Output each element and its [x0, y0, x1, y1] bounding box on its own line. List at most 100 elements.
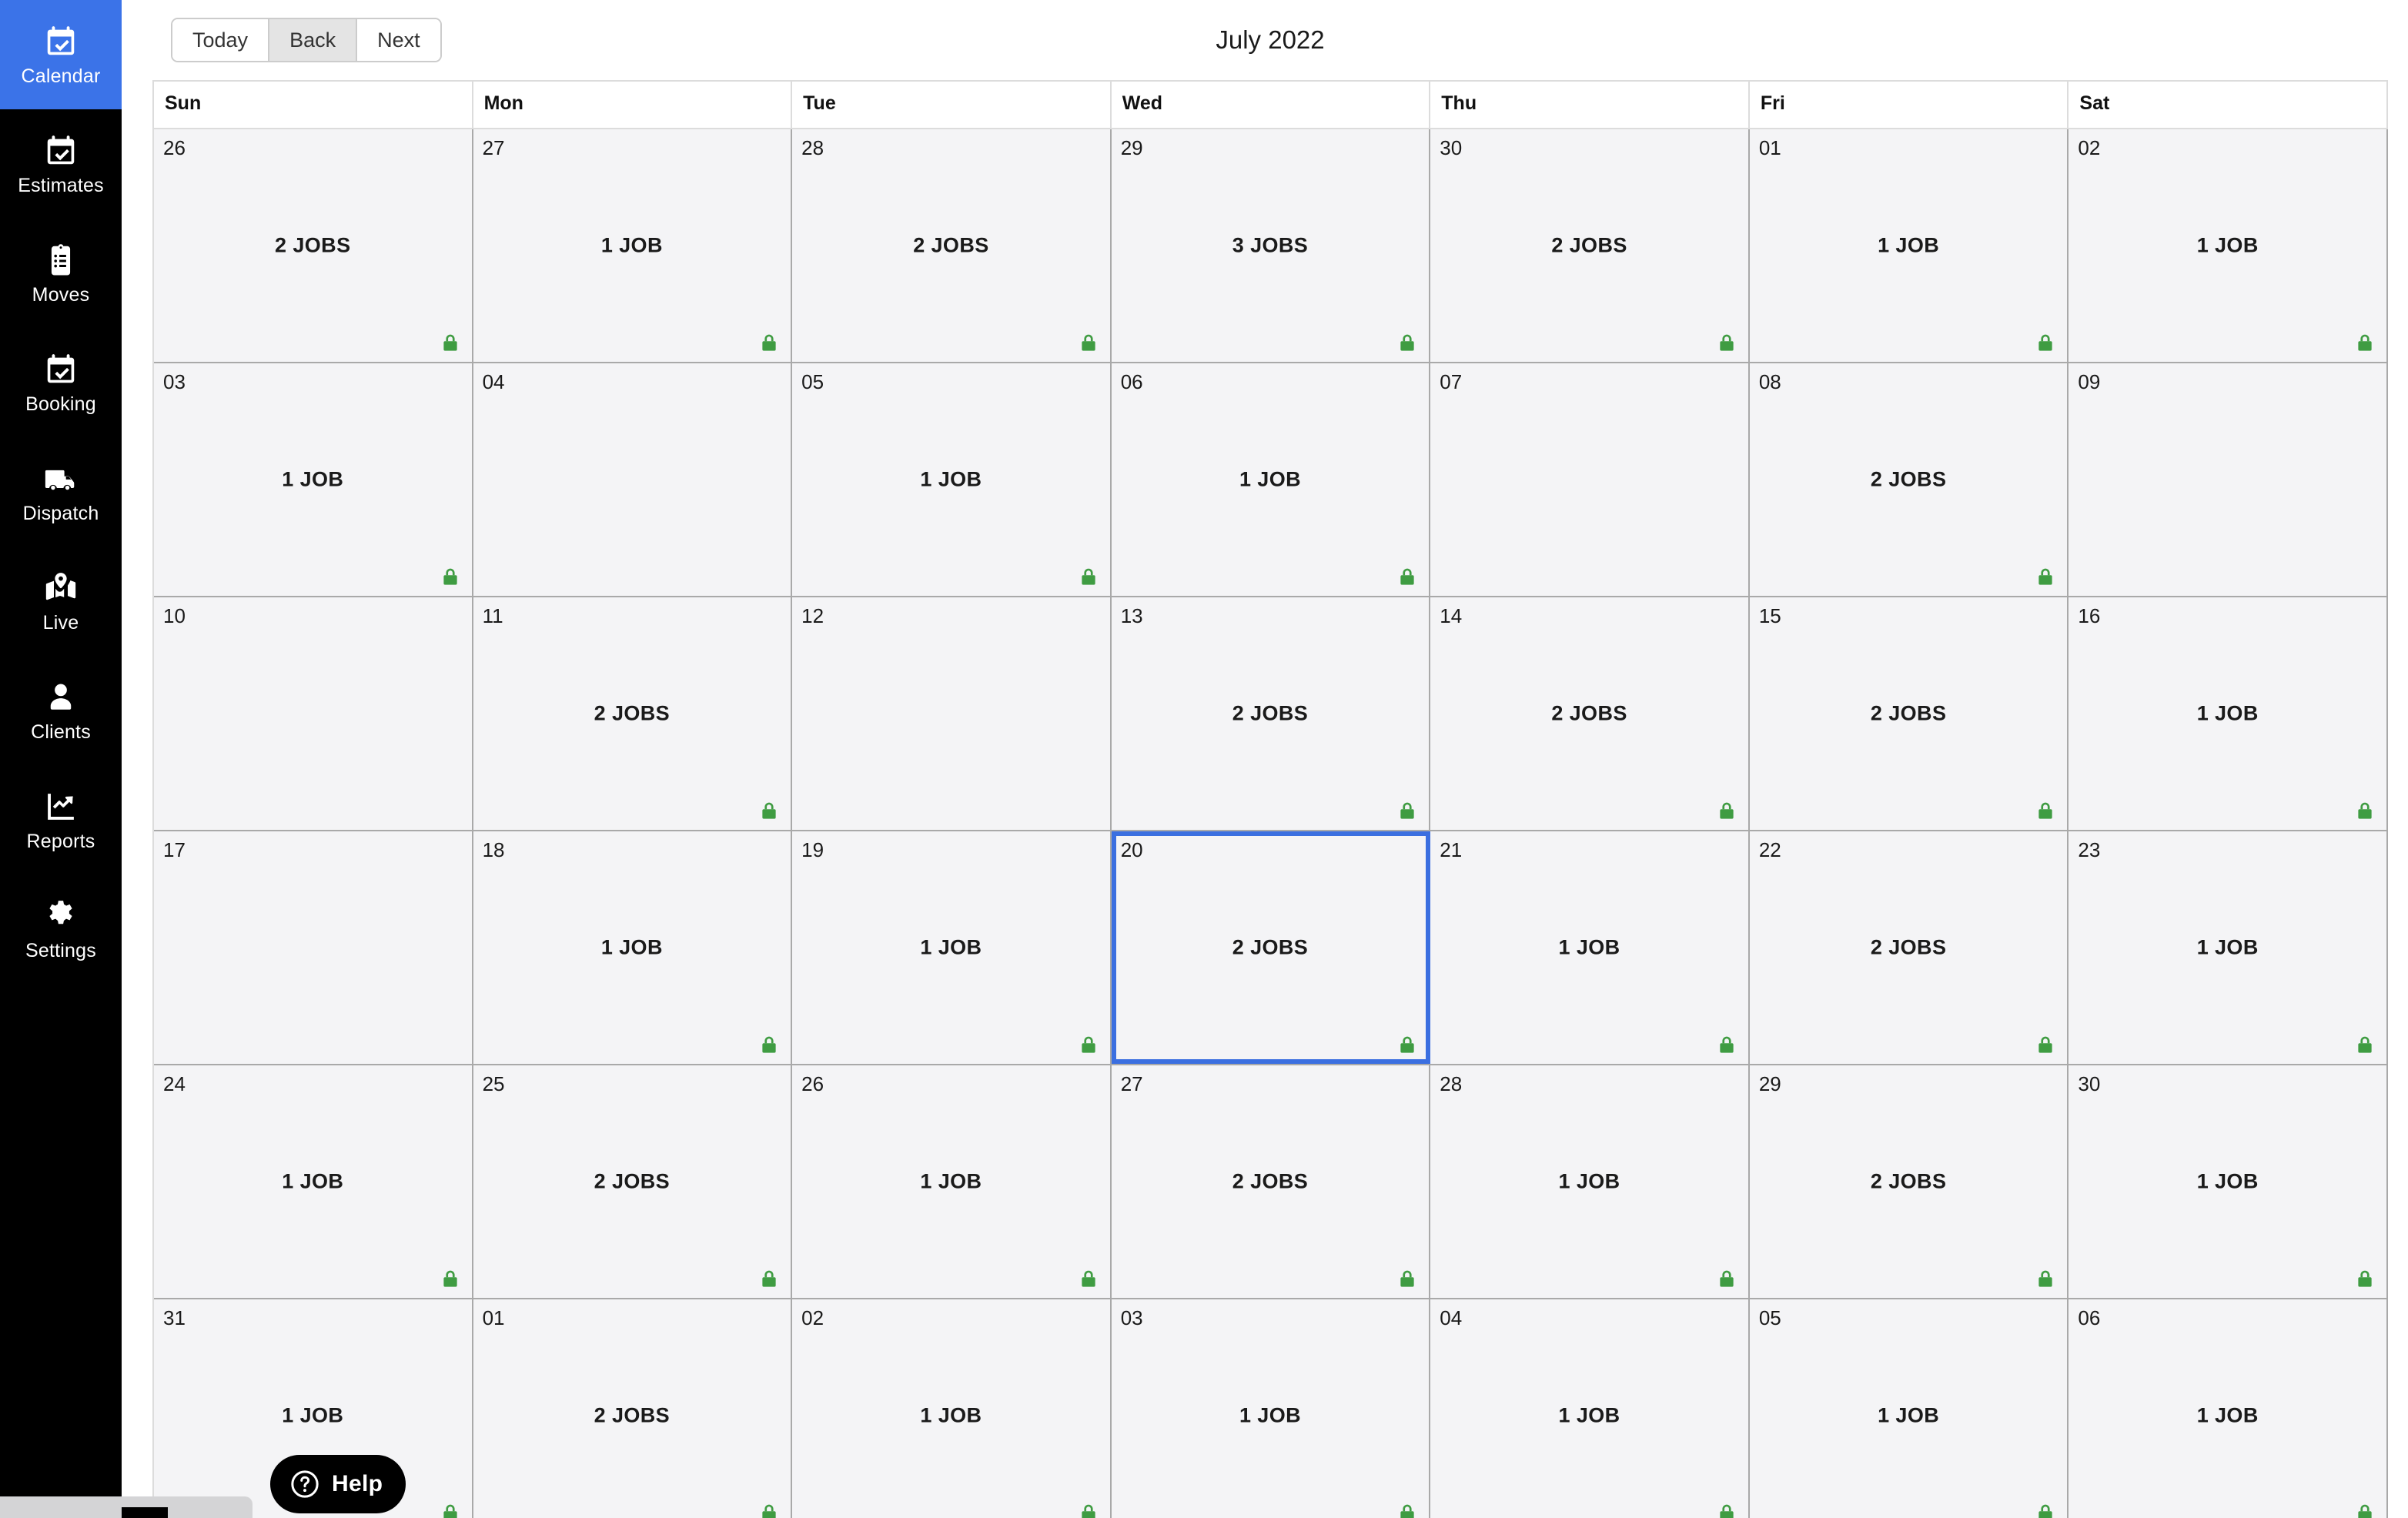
calendar-day-cell[interactable]: 21 1 JOB [1430, 831, 1750, 1064]
sidebar-item-label: Clients [31, 721, 91, 743]
chart-line-icon [43, 789, 79, 824]
calendar-day-cell[interactable]: 13 2 JOBS [1111, 597, 1431, 830]
day-number: 04 [1440, 1306, 1463, 1329]
back-button[interactable]: Back [268, 19, 356, 61]
day-number: 05 [801, 370, 824, 393]
calendar-day-cell[interactable]: 16 1 JOB [2069, 597, 2388, 830]
sidebar-item-label: Estimates [18, 174, 104, 196]
job-count-label: 2 JOBS [594, 1403, 671, 1427]
lock-icon [2035, 801, 2056, 822]
lock-icon [1078, 1269, 1099, 1290]
calendar-day-cell[interactable]: 11 2 JOBS [473, 597, 793, 830]
lock-icon [440, 1503, 461, 1518]
job-count-label: 1 JOB [1239, 467, 1302, 491]
calendar-day-cell[interactable]: 18 1 JOB [473, 831, 793, 1064]
calendar-day-cell[interactable]: 15 2 JOBS [1749, 597, 2069, 830]
day-number: 03 [163, 370, 186, 393]
calendar-week-row: 26 2 JOBS 27 1 JOB 28 2 JOBS 29 3 JOBS 30 2 JOBS 0… [154, 129, 2388, 363]
job-count-label: 1 JOB [2196, 1169, 2259, 1193]
main-content: Today Back Next July 2022 Sun Mon Tue Wed Th… [122, 0, 2408, 1518]
calendar-day-cell[interactable]: 27 1 JOB [473, 129, 793, 362]
sidebar-item-dispatch[interactable]: Dispatch [0, 437, 122, 547]
sidebar-item-calendar[interactable]: Calendar [0, 0, 122, 109]
calendar-day-cell[interactable]: 10 [154, 597, 473, 830]
calendar-day-cell[interactable]: 30 2 JOBS [1430, 129, 1750, 362]
help-button[interactable]: Help [270, 1455, 406, 1513]
calendar-day-cell[interactable]: 22 2 JOBS [1749, 831, 2069, 1064]
day-header-fri: Fri [1750, 82, 2069, 128]
calendar-day-cell[interactable]: 05 1 JOB [1749, 1299, 2069, 1518]
calendar-day-cell[interactable]: 27 2 JOBS [1111, 1065, 1431, 1298]
calendar-day-cell[interactable]: 04 1 JOB [1430, 1299, 1750, 1518]
calendar-day-cell[interactable]: 26 1 JOB [792, 1065, 1112, 1298]
day-number: 15 [1758, 604, 1781, 627]
calendar-day-cell[interactable]: 30 1 JOB [2069, 1065, 2388, 1298]
today-button[interactable]: Today [172, 19, 269, 61]
app-root: Calendar Estimates Moves Booking Dispatch Liv… [0, 0, 2408, 1518]
day-number: 04 [482, 370, 505, 393]
calendar-day-cell[interactable]: 07 [1430, 363, 1750, 596]
day-number: 16 [2078, 604, 2101, 627]
job-count-label: 1 JOB [920, 467, 982, 491]
help-bubble-tail [122, 1507, 168, 1518]
sidebar-item-reports[interactable]: Reports [0, 765, 122, 874]
lock-icon [2354, 1503, 2376, 1518]
day-number: 02 [801, 1306, 824, 1329]
day-number: 06 [1120, 370, 1143, 393]
calendar-day-cell[interactable]: 14 2 JOBS [1430, 597, 1750, 830]
sidebar-item-label: Booking [25, 393, 96, 415]
calendar-day-cell-selected[interactable]: 20 2 JOBS [1111, 831, 1431, 1064]
day-number: 12 [801, 604, 824, 627]
sidebar-item-booking[interactable]: Booking [0, 328, 122, 437]
calendar-day-cell[interactable]: 12 [792, 597, 1112, 830]
calendar-day-cell[interactable]: 03 1 JOB [154, 363, 473, 596]
calendar-day-cell[interactable]: 28 2 JOBS [792, 129, 1112, 362]
help-label: Help [332, 1471, 383, 1496]
calendar-day-cell[interactable]: 29 3 JOBS [1111, 129, 1431, 362]
gear-icon [43, 898, 79, 934]
calendar-day-cell[interactable]: 02 1 JOB [2069, 129, 2388, 362]
job-count-label: 3 JOBS [1232, 233, 1309, 257]
lock-icon [2035, 1269, 2056, 1290]
lock-icon [1396, 1503, 1418, 1518]
day-number: 30 [2078, 1072, 2101, 1095]
calendar-day-cell[interactable]: 02 1 JOB [792, 1299, 1112, 1518]
calendar-day-cell[interactable]: 29 2 JOBS [1749, 1065, 2069, 1298]
sidebar-item-settings[interactable]: Settings [0, 874, 122, 984]
day-number: 25 [482, 1072, 505, 1095]
calendar-day-cell[interactable]: 01 2 JOBS [473, 1299, 793, 1518]
calendar-day-cell[interactable]: 05 1 JOB [792, 363, 1112, 596]
lock-icon [758, 1269, 780, 1290]
calendar-day-cell[interactable]: 17 [154, 831, 473, 1064]
lock-icon [440, 567, 461, 588]
lock-icon [2035, 567, 2056, 588]
calendar-day-cell[interactable]: 23 1 JOB [2069, 831, 2388, 1064]
calendar-day-cell[interactable]: 01 1 JOB [1749, 129, 2069, 362]
sidebar-item-moves[interactable]: Moves [0, 219, 122, 328]
lock-icon [2354, 1269, 2376, 1290]
day-header-tue: Tue [792, 82, 1112, 128]
sidebar-item-estimates[interactable]: Estimates [0, 109, 122, 219]
calendar-day-cell[interactable]: 04 [473, 363, 793, 596]
job-count-label: 1 JOB [2196, 935, 2259, 959]
lock-icon [2035, 333, 2056, 354]
calendar-day-cell[interactable]: 24 1 JOB [154, 1065, 473, 1298]
day-number: 02 [2078, 136, 2101, 159]
calendar-day-cell[interactable]: 28 1 JOB [1430, 1065, 1750, 1298]
sidebar-item-clients[interactable]: Clients [0, 656, 122, 765]
sidebar-item-live[interactable]: Live [0, 547, 122, 656]
calendar-day-cell[interactable]: 08 2 JOBS [1749, 363, 2069, 596]
calendar-day-cell[interactable]: 19 1 JOB [792, 831, 1112, 1064]
calendar-day-cell[interactable]: 09 [2069, 363, 2388, 596]
calendar-day-cell[interactable]: 26 2 JOBS [154, 129, 473, 362]
day-number: 28 [801, 136, 824, 159]
lock-icon [1396, 1035, 1418, 1056]
month-title: July 2022 [1216, 25, 1325, 54]
next-button[interactable]: Next [356, 19, 440, 61]
calendar-day-cell[interactable]: 25 2 JOBS [473, 1065, 793, 1298]
lock-icon [440, 333, 461, 354]
calendar-day-cell[interactable]: 06 1 JOB [1111, 363, 1431, 596]
calendar-day-cell[interactable]: 06 1 JOB [2069, 1299, 2388, 1518]
calendar-day-cell[interactable]: 03 1 JOB [1111, 1299, 1431, 1518]
lock-icon [758, 1503, 780, 1518]
